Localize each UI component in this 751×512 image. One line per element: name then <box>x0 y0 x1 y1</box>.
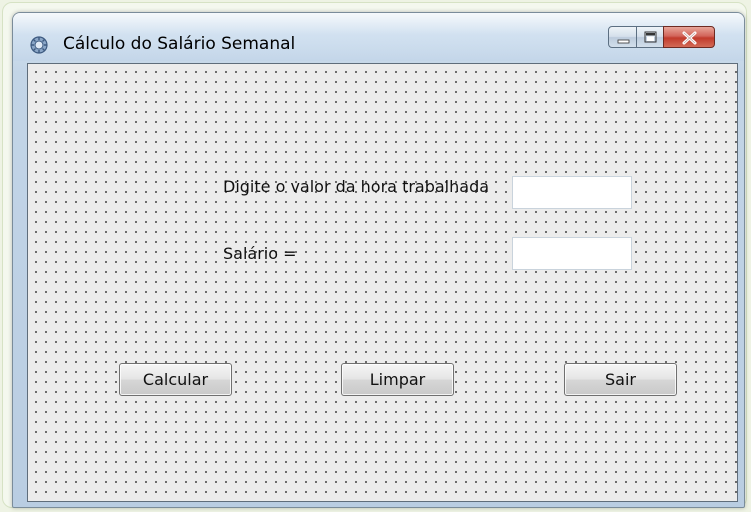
limpar-button[interactable]: Limpar <box>341 363 454 396</box>
calcular-button[interactable]: Calcular <box>119 363 232 396</box>
minimize-icon <box>617 39 630 44</box>
hour-rate-label: Digite o valor da hora trabalhada <box>223 177 490 196</box>
maximize-button[interactable] <box>636 26 664 48</box>
title-bar[interactable]: Cálculo do Salário Semanal <box>13 13 744 61</box>
window-title: Cálculo do Salário Semanal <box>63 34 296 54</box>
hour-rate-input[interactable] <box>512 176 632 209</box>
java-duke-icon <box>29 35 49 55</box>
close-button[interactable] <box>663 26 715 48</box>
salary-output-field[interactable] <box>512 237 632 270</box>
close-icon <box>682 31 697 45</box>
caption-buttons <box>608 26 738 50</box>
sair-button[interactable]: Sair <box>564 363 677 396</box>
form-panel: Digite o valor da hora trabalhada Salári… <box>27 63 738 502</box>
application-window: Cálculo do Salário Semanal Digite o valo… <box>12 12 745 508</box>
salary-label: Salário = <box>223 244 297 263</box>
minimize-button[interactable] <box>608 26 637 48</box>
maximize-icon <box>644 31 657 43</box>
